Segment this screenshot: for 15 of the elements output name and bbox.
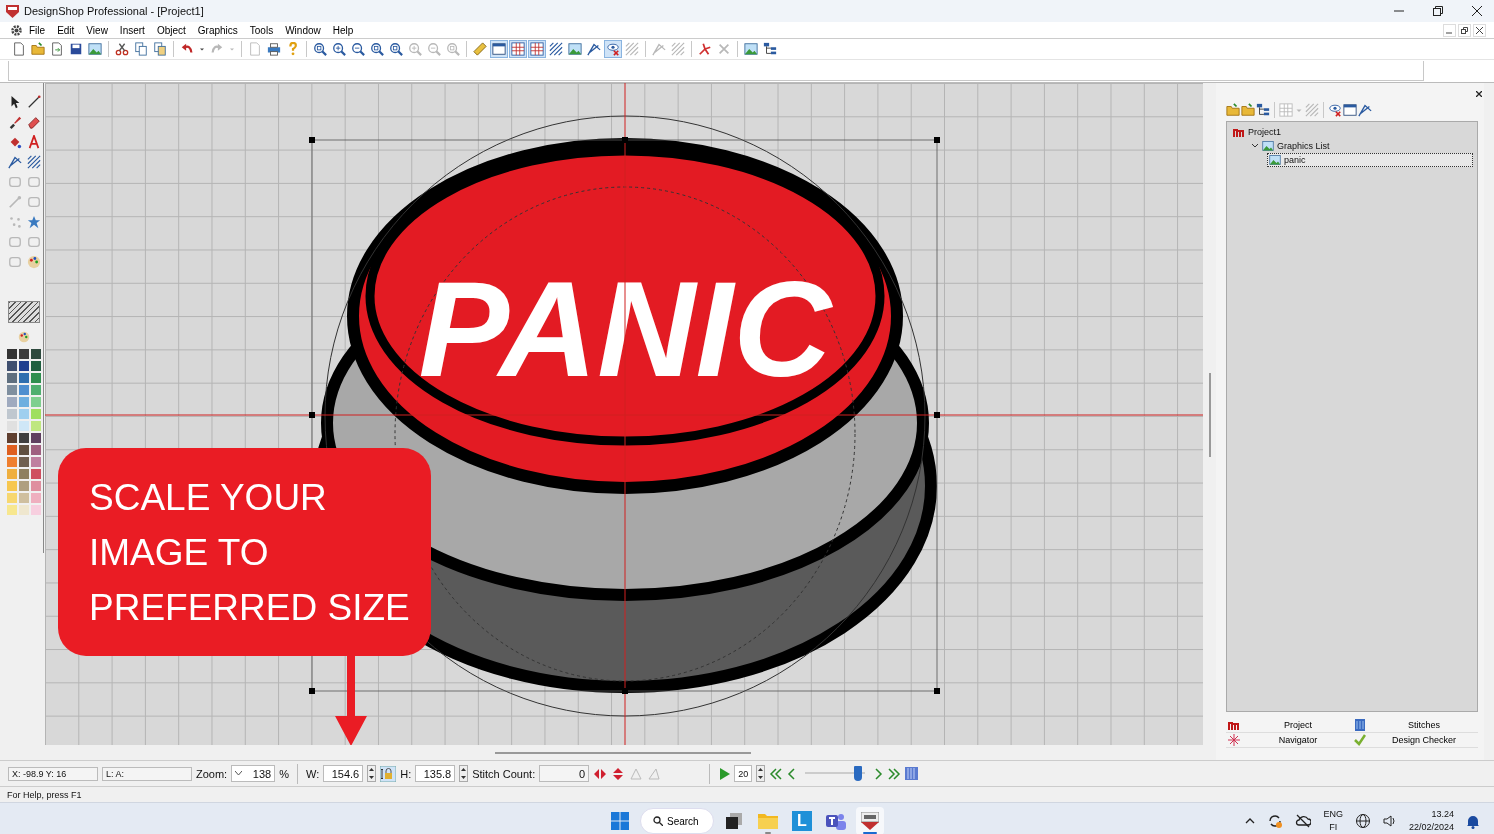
- window-title: DesignShop Professional - [Project1]: [24, 5, 204, 17]
- instruction-tooltip: SCALE YOUR IMAGE TO PREFERRED SIZE: [58, 448, 431, 656]
- cursor-position: X: -98.9 Y: 16: [8, 766, 98, 781]
- width-label: W:: [305, 767, 320, 780]
- stitch-count-label: Stitch Count:: [472, 767, 536, 780]
- tree-label: Project1: [1248, 127, 1282, 137]
- tree-label: panic: [1284, 155, 1306, 165]
- tree-label: Graphics List: [1277, 141, 1330, 151]
- design-text: PANIC: [418, 253, 832, 405]
- height-label: H:: [400, 767, 412, 780]
- stitch-count: 0: [539, 765, 590, 782]
- help-text: For Help, press F1: [7, 789, 82, 800]
- zoom-label: Zoom:: [196, 767, 228, 780]
- unit-label: %: [279, 767, 289, 780]
- layer-indicator: L: A:: [102, 766, 192, 781]
